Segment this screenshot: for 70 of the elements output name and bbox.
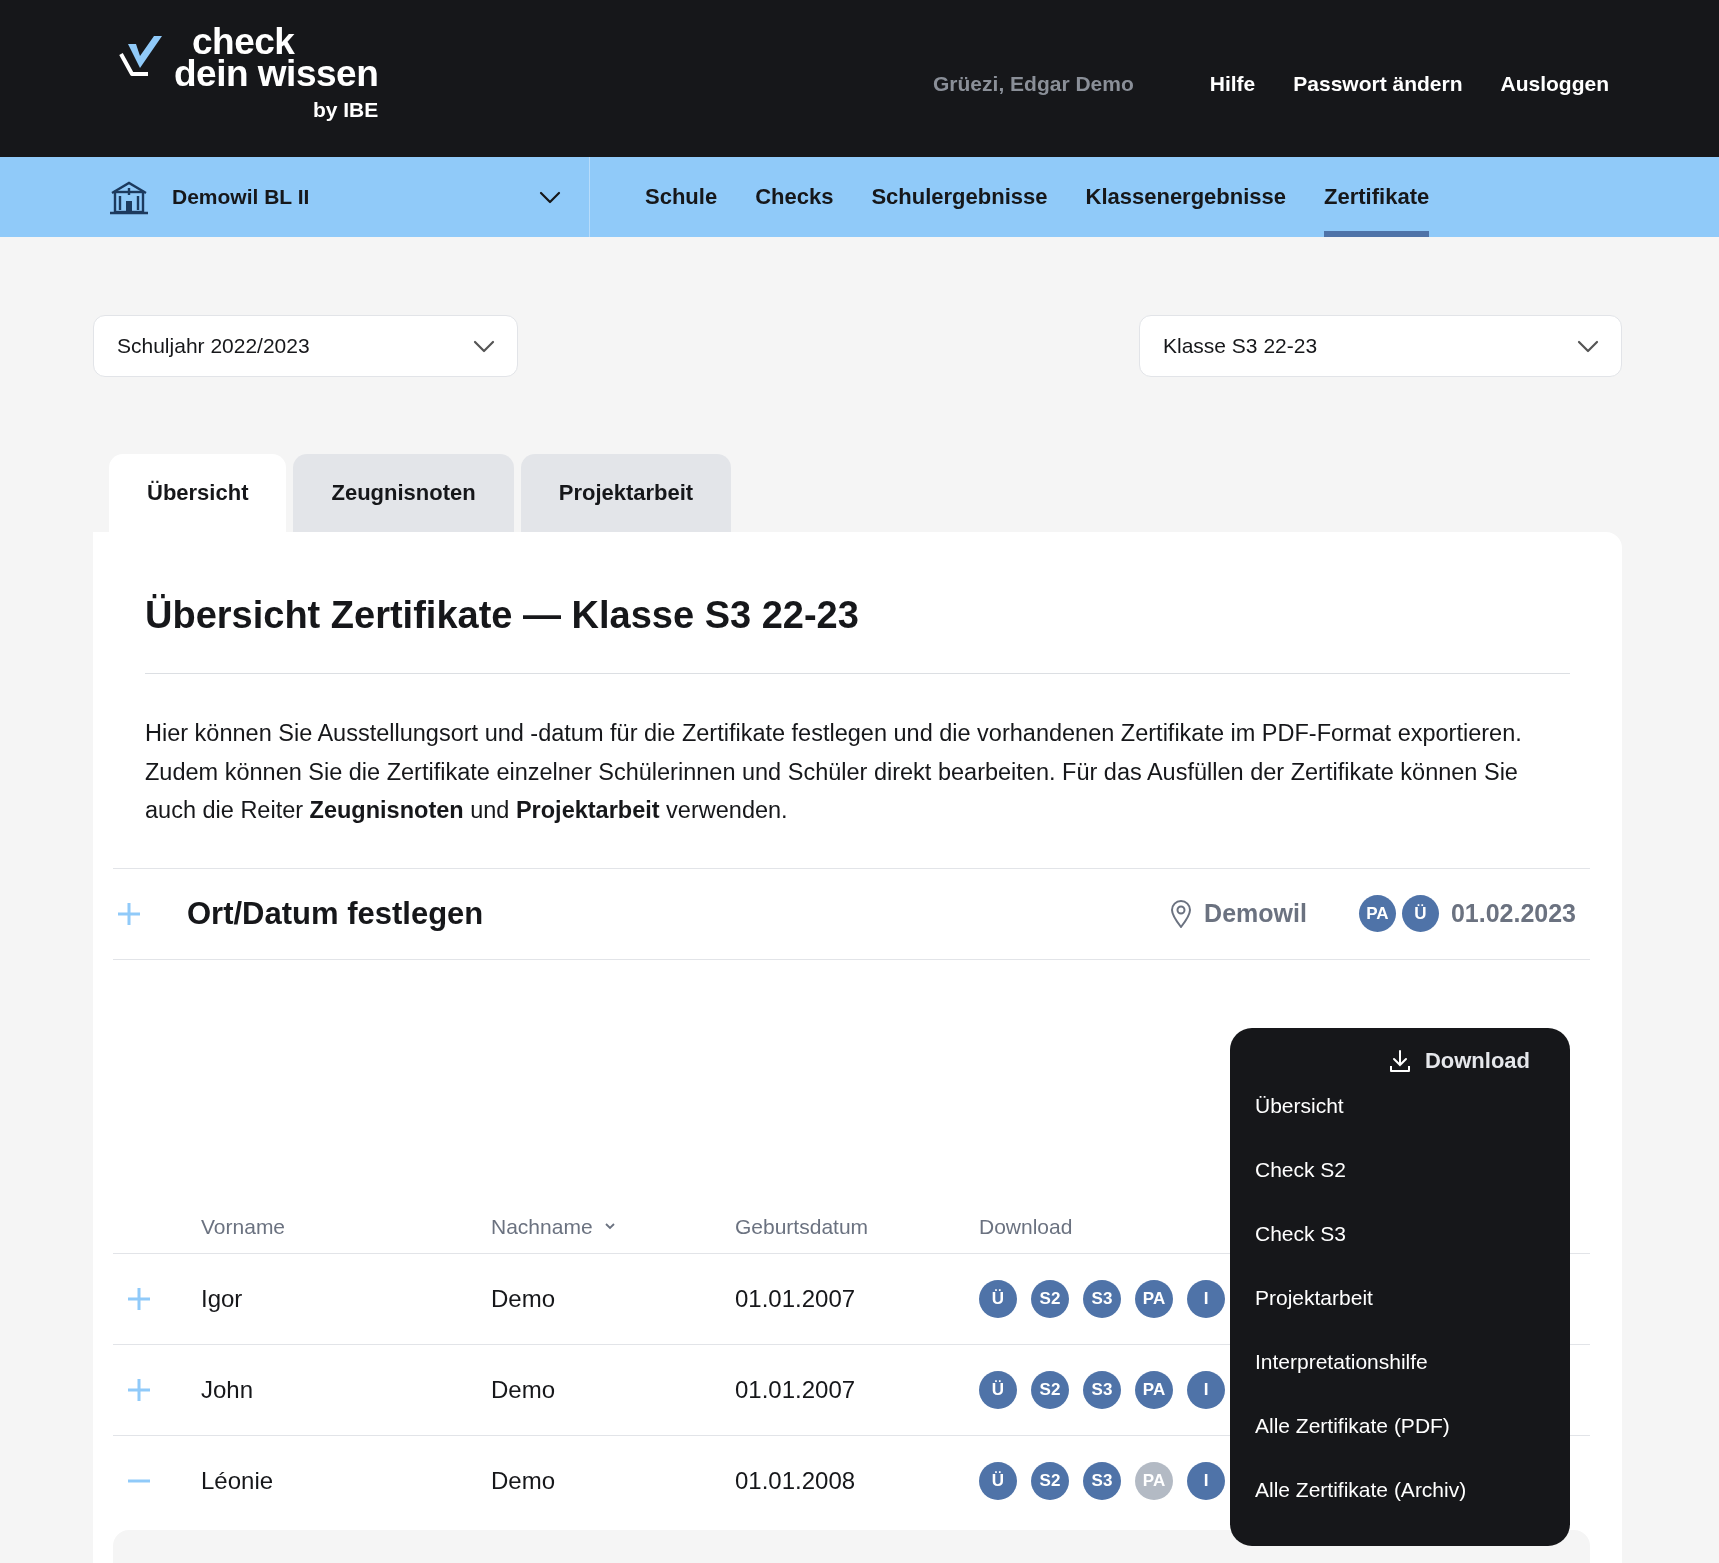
plus-icon[interactable] [116, 900, 142, 927]
menu-item[interactable]: Alle Zertifikate (PDF) [1255, 1394, 1450, 1458]
download-menu-button[interactable]: Download [1388, 1048, 1570, 1074]
date-text: 01.02.2023 [1450, 899, 1576, 928]
download-badge[interactable]: S3 [1083, 1279, 1121, 1318]
chevron-down-icon [473, 339, 495, 353]
tab[interactable]: Projektarbeit [520, 454, 732, 532]
location-pin-icon [1170, 899, 1193, 928]
nav-tab[interactable]: Checks [755, 157, 834, 237]
table-cell-text: John [201, 1375, 255, 1404]
chevron-down-icon [1577, 339, 1599, 353]
sort-caret-icon [604, 1223, 615, 1230]
logo-byline: by IBE [312, 97, 379, 122]
download-badge[interactable]: PA [1135, 1370, 1173, 1409]
download-badge[interactable]: S2 [1031, 1461, 1069, 1500]
nav-tab[interactable]: Zertifikate [1324, 157, 1430, 237]
menu-item[interactable]: Projektarbeit [1255, 1266, 1373, 1330]
download-badge[interactable]: Ü [1401, 895, 1439, 932]
column-header: Vorname [201, 1214, 287, 1239]
plus-icon[interactable] [126, 1376, 152, 1403]
download-badge[interactable]: Ü [979, 1279, 1017, 1318]
sortable-column-header[interactable]: Nachname [491, 1214, 735, 1239]
nav-tab[interactable]: Schulergebnisse [871, 157, 1048, 237]
header-link[interactable]: Ausloggen [1500, 71, 1609, 96]
download-badge[interactable]: I [1187, 1279, 1225, 1318]
menu-item[interactable]: Interpretationshilfe [1255, 1330, 1428, 1394]
download-icon [1388, 1049, 1411, 1073]
download-badge[interactable]: PA [1135, 1279, 1173, 1318]
header-link[interactable]: Hilfe [1209, 71, 1256, 96]
menu-item[interactable]: Check S2 [1255, 1138, 1347, 1202]
school-select[interactable]: Demowil BL II [0, 157, 590, 237]
column-header: Download [979, 1214, 1073, 1239]
tab[interactable]: Zeugnisnoten [293, 454, 514, 532]
nav-tab[interactable]: Klassenergebnisse [1085, 157, 1287, 237]
tab[interactable]: Übersicht [109, 454, 287, 532]
logo-text: dein wissen [174, 57, 379, 90]
logo-text: check [192, 25, 295, 58]
page-title: Übersicht Zertifikate — Klasse S3 22-23 [145, 532, 1570, 674]
menu-item[interactable]: Übersicht [1255, 1074, 1344, 1138]
header-link[interactable]: Passwort ändern [1293, 71, 1463, 96]
download-badge[interactable]: S3 [1083, 1461, 1121, 1500]
download-badge[interactable]: PA [1358, 895, 1396, 932]
download-badge[interactable]: S2 [1031, 1370, 1069, 1409]
select-field[interactable]: Schuljahr 2022/2023 [93, 315, 518, 377]
table-cell-text: Léonie [201, 1466, 275, 1495]
download-badge[interactable]: I [1187, 1370, 1225, 1409]
table-cell-text: 01.01.2008 [735, 1466, 857, 1495]
menu-item[interactable]: Alle Zertifikate (Archiv) [1255, 1458, 1467, 1522]
intro-text: Hier können Sie Ausstellungsort und -datum für die Zertifikate festlegen und die vorhandenen Zertifikate im PDF-Format exportieren. Zudem können Sie die Zertifikate einzelner Schülerinnen und Schüler direkt bearbeiten. Für das Ausfüllen der Zertifikate können Sie auch die Reiter Zeugnisnoten und Projektarbeit verwenden. [145, 719, 1523, 825]
table-cell-text: 01.01.2007 [735, 1375, 857, 1404]
column-header: Geburtsdatum [735, 1214, 870, 1239]
select-field[interactable]: Klasse S3 22-23 [1139, 315, 1622, 377]
table-cell-text: Demo [491, 1466, 557, 1495]
download-badge[interactable]: S3 [1083, 1370, 1121, 1409]
table-cell-text: Igor [201, 1284, 244, 1313]
download-badge[interactable]: I [1187, 1461, 1225, 1500]
nav-tab[interactable]: Schule [645, 157, 718, 237]
download-badge[interactable]: Ü [979, 1370, 1017, 1409]
section-title: Ort/Datum festlegen [187, 895, 485, 932]
chevron-down-icon [539, 190, 561, 204]
table-cell-text: 01.01.2007 [735, 1284, 857, 1313]
plus-icon[interactable] [126, 1285, 152, 1312]
menu-item[interactable]: Check S3 [1255, 1202, 1347, 1266]
table-cell-text: Demo [491, 1375, 557, 1404]
download-badge[interactable]: S2 [1031, 1279, 1069, 1318]
school-building-icon [110, 179, 148, 215]
download-badge[interactable]: Ü [979, 1461, 1017, 1500]
greeting-text: Grüezi, Edgar Demo [933, 71, 1134, 96]
table-cell-text: Demo [491, 1284, 557, 1313]
place-text: Demowil [1204, 899, 1307, 928]
